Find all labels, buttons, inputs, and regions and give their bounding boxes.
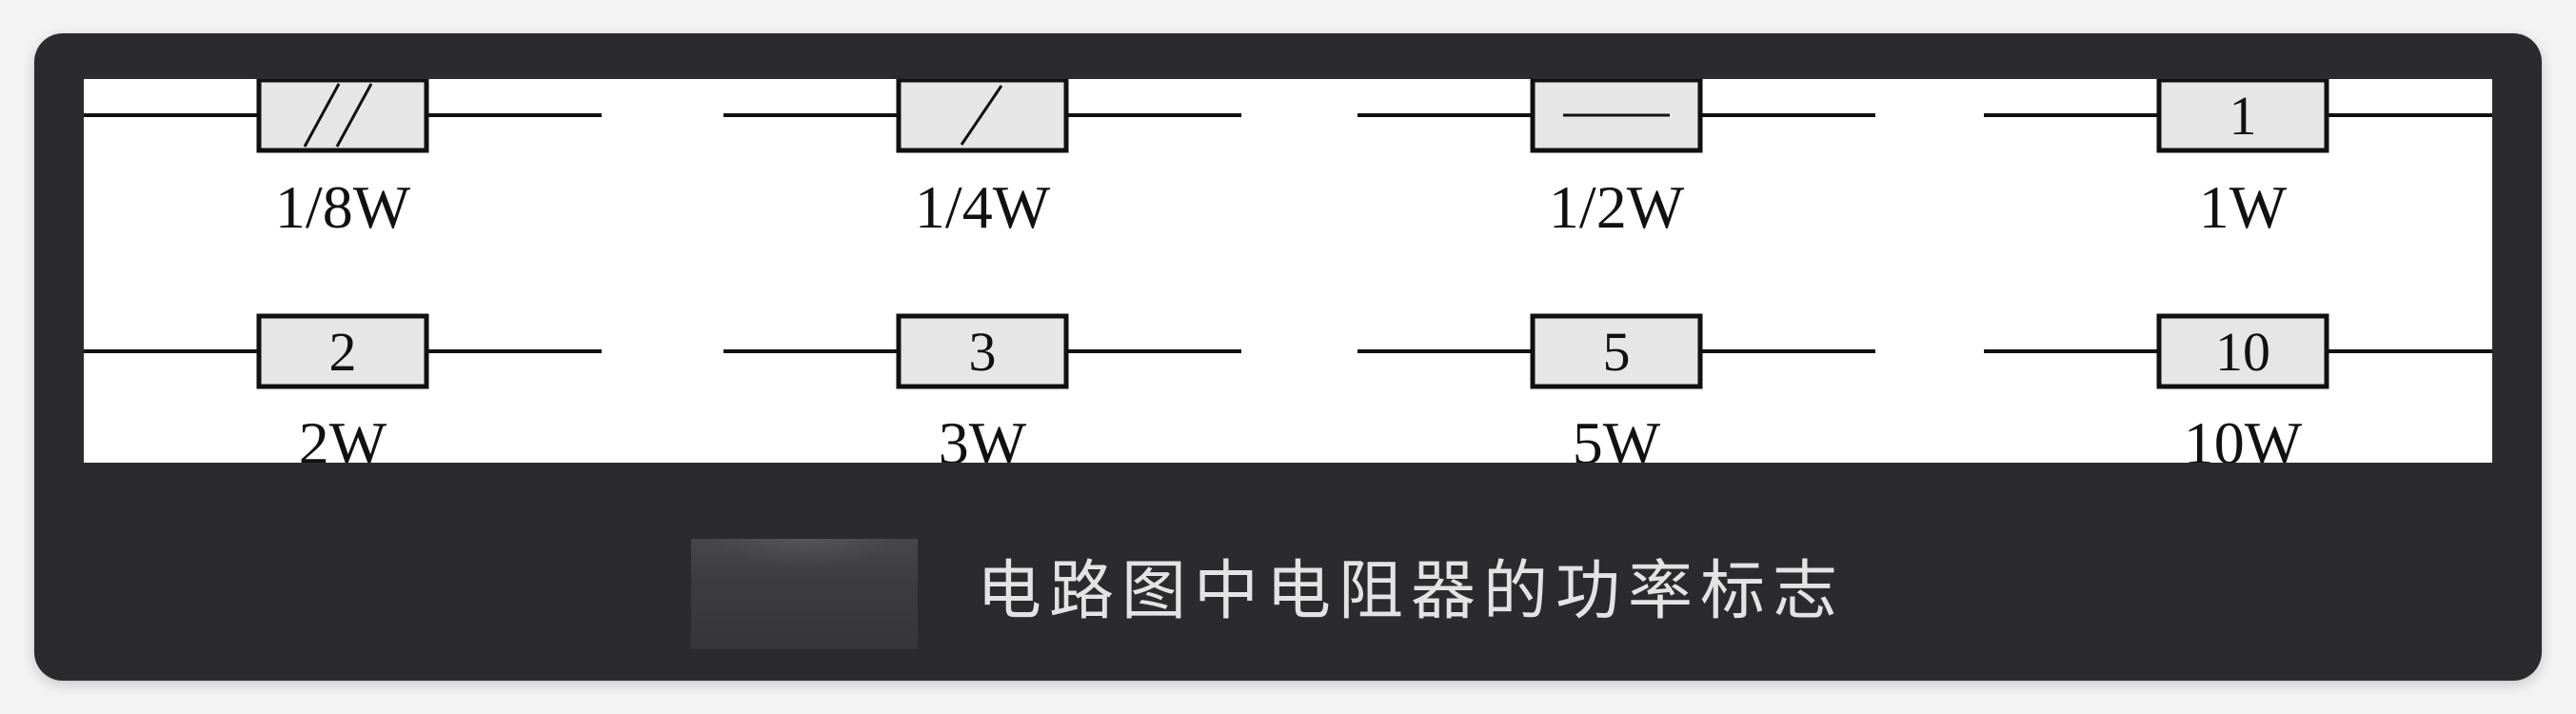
power-rating-label-r2-c4: 10W [2184, 409, 2303, 463]
power-rating-label-r1-c3: 1/2W [1549, 173, 1685, 241]
power-rating-label-r1-c4: 1W [2199, 173, 2288, 241]
resistor-inner-text-r1-c4: 1 [2229, 85, 2257, 147]
figure-card: 1/8W 1/4W 1/2W 1 1W 2 2W 3 3W 5 5W 10 10W 电路图中电阻器的功率… [34, 33, 2542, 681]
resistor-power-diagram: 1/8W 1/4W 1/2W 1 1W 2 2W 3 3W 5 5W 10 10W [84, 79, 2492, 463]
resistor-inner-text-r2-c2: 3 [969, 321, 997, 383]
resistor-inner-text-r2-c1: 2 [329, 321, 357, 383]
caption-thumbnail [691, 539, 918, 649]
power-rating-label-r2-c2: 3W [939, 409, 1027, 463]
power-rating-label-r1-c1: 1/8W [275, 173, 411, 241]
resistor-inner-text-r2-c3: 5 [1603, 321, 1631, 383]
resistor-body-r1-c1 [256, 79, 429, 153]
caption-bar: 电路图中电阻器的功率标志 [34, 463, 2542, 681]
resistor-symbols-svg: 1/8W 1/4W 1/2W 1 1W 2 2W 3 3W 5 5W 10 10W [84, 79, 2492, 463]
resistor-inner-text-r2-c4: 10 [2215, 321, 2270, 383]
power-rating-label-r2-c3: 5W [1573, 409, 1661, 463]
figure-caption: 电路图中电阻器的功率标志 [977, 554, 1846, 629]
power-rating-label-r2-c1: 2W [299, 409, 387, 463]
power-rating-label-r1-c2: 1/4W [915, 173, 1051, 241]
